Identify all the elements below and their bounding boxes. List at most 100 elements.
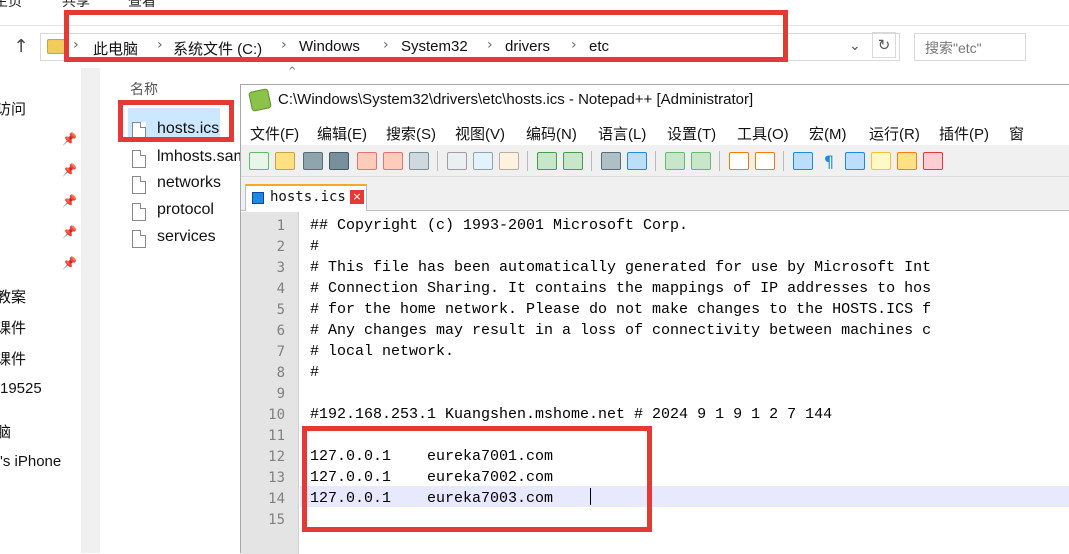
- nav-scrollbar[interactable]: [82, 68, 100, 553]
- tab-label: hosts.ics: [270, 189, 346, 205]
- folder-as-workspace-icon[interactable]: [923, 152, 943, 170]
- toolbar-separator: [719, 151, 720, 171]
- pin-icon[interactable]: 📌: [62, 256, 77, 270]
- file-icon: [132, 150, 146, 168]
- menu-file[interactable]: 文件(F): [250, 123, 299, 144]
- code-line: #: [310, 238, 320, 255]
- line-number: 6: [276, 323, 285, 339]
- navigation-pane: 访问 📌 📌 📌 📌 📌 教案 课件 课件 19525 脑 's iPhone: [0, 68, 82, 553]
- toolbar-separator: [591, 151, 592, 171]
- toolbar-separator: [655, 151, 656, 171]
- find-icon[interactable]: [601, 152, 621, 170]
- menu-edit[interactable]: 编辑(E): [317, 123, 367, 144]
- menu-view[interactable]: 视图(V): [455, 123, 505, 144]
- menu-run[interactable]: 运行(R): [869, 123, 920, 144]
- pin-icon[interactable]: 📌: [62, 194, 77, 208]
- line-number: 1: [276, 218, 285, 234]
- line-number-gutter: 1 2 3 4 5 6 7 8 9 10 11 12 13 14 15: [241, 212, 299, 554]
- notepad-plus-plus-logo-icon: [248, 88, 272, 112]
- file-icon: [132, 176, 146, 194]
- cut-icon[interactable]: [447, 152, 467, 170]
- sort-caret-icon: ^: [288, 66, 297, 77]
- search-placeholder: 搜索"etc": [925, 40, 982, 56]
- line-number: 2: [276, 239, 285, 255]
- nav-item-courseware-2[interactable]: 课件: [0, 348, 26, 369]
- save-all-icon[interactable]: [329, 152, 349, 170]
- close-all-icon[interactable]: [383, 152, 403, 170]
- annotation-box-eureka-lines: [302, 426, 652, 532]
- file-icon: [132, 203, 146, 221]
- menu-encoding[interactable]: 编码(N): [526, 123, 577, 144]
- menu-macro[interactable]: 宏(M): [809, 123, 847, 144]
- document-map-icon[interactable]: [871, 152, 891, 170]
- nav-item-19525[interactable]: 19525: [0, 380, 42, 397]
- file-icon: [132, 230, 146, 248]
- npp-title-bar[interactable]: C:\Windows\System32\drivers\etc\hosts.ic…: [241, 85, 1069, 115]
- copy-icon[interactable]: [473, 152, 493, 170]
- new-file-icon[interactable]: [249, 152, 269, 170]
- zoom-in-icon[interactable]: [665, 152, 685, 170]
- replace-icon[interactable]: [627, 152, 647, 170]
- show-all-characters-icon[interactable]: ¶: [819, 152, 839, 171]
- line-number: 5: [276, 302, 285, 318]
- paste-icon[interactable]: [499, 152, 519, 170]
- line-number: 14: [268, 491, 285, 507]
- pin-icon[interactable]: 📌: [62, 132, 77, 146]
- up-arrow-icon[interactable]: ↑: [10, 34, 32, 60]
- menu-settings[interactable]: 设置(T): [667, 123, 716, 144]
- indent-guide-icon[interactable]: [845, 152, 865, 170]
- zoom-out-icon[interactable]: [691, 152, 711, 170]
- redo-icon[interactable]: [563, 152, 583, 170]
- sync-horizontal-icon[interactable]: [755, 152, 775, 170]
- code-line: #192.168.253.1 Kuangshen.mshome.net # 20…: [310, 406, 833, 423]
- search-input[interactable]: 搜索"etc": [914, 33, 1026, 61]
- line-number: 15: [268, 512, 285, 528]
- code-line: # Any changes may result in a loss of co…: [310, 322, 932, 339]
- menu-tools[interactable]: 工具(O): [737, 123, 789, 144]
- menu-window[interactable]: 窗: [1009, 123, 1024, 144]
- word-wrap-icon[interactable]: [793, 152, 813, 170]
- toolbar-separator: [437, 151, 438, 171]
- nav-item-this-pc[interactable]: 脑: [0, 421, 11, 442]
- file-name: protocol: [157, 201, 214, 218]
- file-name: lmhosts.sam: [157, 148, 247, 165]
- chevron-down-icon[interactable]: ⌄: [849, 38, 861, 54]
- nav-item-quick-access[interactable]: 访问: [0, 98, 26, 119]
- refresh-icon[interactable]: ↻: [872, 32, 896, 58]
- save-icon[interactable]: [303, 152, 323, 170]
- pin-icon[interactable]: 📌: [62, 163, 77, 177]
- line-number: 10: [268, 407, 285, 423]
- nav-item-lesson-plans[interactable]: 教案: [0, 286, 26, 307]
- function-list-icon[interactable]: [897, 152, 917, 170]
- undo-icon[interactable]: [537, 152, 557, 170]
- menu-plugins[interactable]: 插件(P): [939, 123, 989, 144]
- save-icon: [252, 192, 264, 204]
- file-name: services: [157, 228, 216, 245]
- toolbar-separator: [527, 151, 528, 171]
- menu-search[interactable]: 搜索(S): [386, 123, 436, 144]
- window-title: C:\Windows\System32\drivers\etc\hosts.ic…: [278, 91, 754, 108]
- column-header-name[interactable]: 名称: [130, 79, 158, 99]
- line-number: 7: [276, 344, 285, 360]
- tab-hosts-ics[interactable]: hosts.ics ×: [245, 184, 367, 211]
- line-number: 9: [276, 386, 285, 402]
- code-line: # Connection Sharing. It contains the ma…: [310, 280, 932, 297]
- close-icon[interactable]: ×: [350, 190, 364, 204]
- nav-item-iphone[interactable]: 's iPhone: [0, 453, 61, 470]
- menu-language[interactable]: 语言(L): [598, 123, 646, 144]
- nav-item-courseware-1[interactable]: 课件: [0, 317, 26, 338]
- open-file-icon[interactable]: [275, 152, 295, 170]
- ribbon-tab-home[interactable]: 主页: [0, 0, 22, 11]
- close-icon[interactable]: [357, 152, 377, 170]
- pin-icon[interactable]: 📌: [62, 225, 77, 239]
- annotation-box-address: [64, 10, 788, 62]
- sync-vertical-icon[interactable]: [729, 152, 749, 170]
- code-line: # local network.: [310, 343, 455, 360]
- toolbar: ¶: [241, 145, 1069, 177]
- code-line: # This file has been automatically gener…: [310, 259, 932, 276]
- menu-bar: 文件(F) 编辑(E) 搜索(S) 视图(V) 编码(N) 语言(L) 设置(T…: [241, 117, 1069, 145]
- print-icon[interactable]: [409, 152, 429, 170]
- code-line: ## Copyright (c) 1993-2001 Microsoft Cor…: [310, 217, 689, 234]
- line-number: 8: [276, 365, 285, 381]
- code-line: #: [310, 364, 320, 381]
